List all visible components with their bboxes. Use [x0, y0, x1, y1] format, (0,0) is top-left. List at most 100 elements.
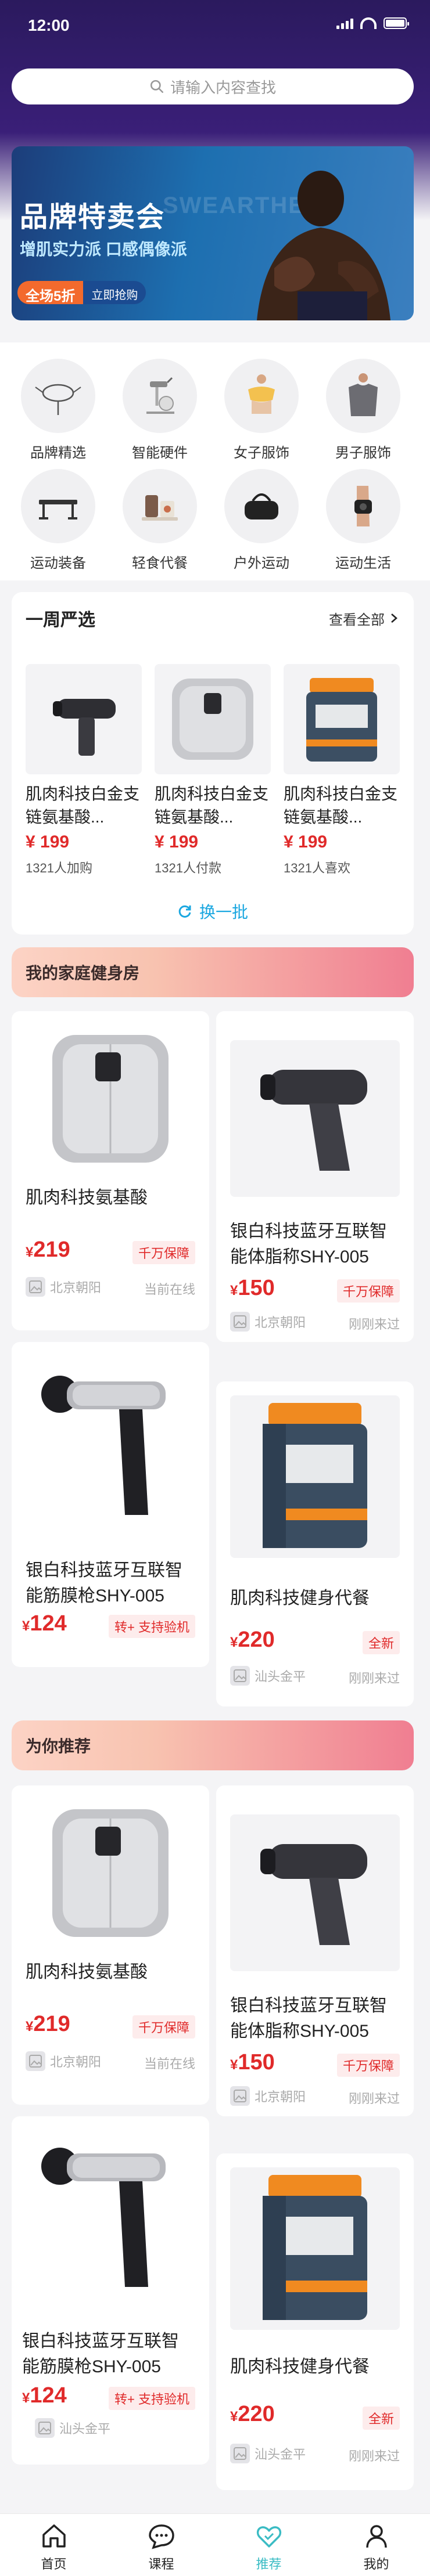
seller-status: 刚刚来过	[348, 1671, 400, 1686]
image-icon	[35, 2418, 55, 2438]
weekly-item[interactable]: 肌肉科技白金支链氨基酸... ¥ 199 1321人喜欢	[284, 664, 400, 876]
seller-location: 北京朝阳	[230, 2086, 306, 2106]
product-name: 肌肉科技健身代餐	[230, 1589, 370, 1608]
signal-icon	[336, 17, 353, 29]
refresh-icon	[178, 905, 191, 918]
status-bar: 12:00	[0, 0, 430, 52]
seller-location: 北京朝阳	[230, 1312, 306, 1332]
tab-label: 课程	[148, 2557, 174, 2571]
product-card[interactable]: 肌肉科技健身代餐 ¥220 全新 汕头金平 刚刚来过	[216, 1381, 414, 1706]
tab-recommend[interactable]: 推荐	[215, 2514, 322, 2576]
product-name: 肌肉科技白金支链氨基酸...	[284, 785, 398, 826]
seller-status: 当前在线	[144, 1282, 195, 1297]
search-input[interactable]: 请输入内容查找	[12, 68, 414, 104]
image-icon	[230, 1666, 250, 1686]
seller-location: 北京朝阳	[26, 1277, 101, 1297]
category-item-women-apparel[interactable]: 女子服饰	[215, 359, 308, 461]
product-name: 银白科技蓝牙互联智能筋膜枪SHY-005	[22, 2332, 179, 2376]
product-card[interactable]: 银白科技蓝牙互联智能体脂称SHY-005 ¥150 千万保障 北京朝阳 刚刚来过	[216, 1785, 414, 2116]
product-image	[230, 1395, 400, 1558]
category-label: 运动装备	[30, 555, 86, 571]
category-item-sport-life[interactable]: 运动生活	[317, 469, 410, 572]
refresh-button[interactable]: 换一批	[12, 900, 414, 923]
knee-brace-icon	[354, 486, 372, 526]
product-name: 肌肉科技白金支链氨基酸...	[26, 785, 140, 826]
product-image	[26, 1801, 195, 1946]
product-image	[230, 2167, 400, 2330]
product-price: ¥150	[230, 2050, 275, 2074]
inspection-badge: 转+ 支持验机	[109, 1615, 195, 1638]
product-price: ¥219	[26, 1238, 70, 1262]
athlete-image	[257, 171, 390, 320]
product-meta: 1321人加购	[26, 861, 92, 875]
weekly-item[interactable]: 肌肉科技白金支链氨基酸... ¥ 199 1321人付款	[155, 664, 271, 876]
user-icon	[365, 2525, 387, 2548]
seller-location: 汕头金平	[230, 1666, 306, 1686]
seller-status: 刚刚来过	[348, 2449, 400, 2463]
weekly-item[interactable]: 肌肉科技白金支链氨基酸... ¥ 199 1321人加购	[26, 664, 142, 876]
category-label: 男子服饰	[335, 445, 391, 461]
product-name: 肌肉科技健身代餐	[230, 2357, 370, 2376]
seller-location: 汕头金平	[35, 2418, 110, 2438]
tab-home[interactable]: 首页	[0, 2514, 107, 2576]
product-image	[26, 1358, 195, 1527]
category-item-smart-hardware[interactable]: 智能硬件	[113, 359, 206, 461]
product-price: ¥124	[22, 2383, 67, 2408]
category-item-men-apparel[interactable]: 男子服饰	[317, 359, 410, 461]
meal-icon	[142, 495, 178, 521]
condition-badge: 全新	[362, 1631, 400, 1654]
recommend-title: 为你推荐	[26, 1737, 91, 1755]
category-item-equipment[interactable]: 运动装备	[12, 469, 105, 572]
guarantee-badge: 千万保障	[336, 1279, 400, 1303]
product-card[interactable]: 肌肉科技健身代餐 ¥220 全新 汕头金平 刚刚来过	[216, 2153, 414, 2490]
product-name: 银白科技蓝牙互联智能体脂称SHY-005	[230, 1996, 387, 2041]
product-price: ¥ 199	[155, 832, 199, 852]
product-card[interactable]: 银白科技蓝牙互联智能筋膜枪SHY-005 ¥124 转+ 支持验机 汕头金平	[12, 2116, 209, 2465]
chevron-right-icon	[391, 614, 397, 623]
bench-icon	[39, 500, 77, 519]
condition-badge: 全新	[362, 2407, 400, 2430]
seller-status: 刚刚来过	[348, 2091, 400, 2106]
category-item-outdoor[interactable]: 户外运动	[215, 469, 308, 572]
product-price: ¥124	[22, 1611, 67, 1636]
seller-location: 北京朝阳	[26, 2051, 101, 2071]
tab-profile[interactable]: 我的	[322, 2514, 430, 2576]
product-card[interactable]: 银白科技蓝牙互联智能筋膜枪SHY-005 ¥124 转+ 支持验机	[12, 1342, 209, 1667]
banner-cta-button[interactable]: 全场5折 立即抢购	[17, 281, 146, 304]
bottom-tab-bar: 首页 课程 推荐 我的	[0, 2513, 430, 2576]
product-card[interactable]: 肌肉科技氨基酸 ¥219 千万保障 北京朝阳 当前在线	[12, 1785, 209, 2105]
product-image	[284, 664, 400, 774]
tab-courses[interactable]: 课程	[107, 2514, 215, 2576]
product-price: ¥150	[230, 1276, 275, 1300]
weekly-picks-section: 一周严选 查看全部 肌肉科技白金支链氨基酸... ¥ 199 1321人加购 肌…	[12, 592, 414, 935]
wifi-icon	[360, 17, 377, 29]
product-image	[26, 664, 142, 774]
seller-location: 汕头金平	[230, 2444, 306, 2463]
see-all-link[interactable]: 查看全部	[329, 608, 400, 629]
status-time: 12:00	[28, 16, 70, 34]
tab-label: 首页	[41, 2557, 67, 2571]
refresh-label: 换一批	[199, 903, 248, 921]
product-price: ¥220	[230, 1628, 275, 1652]
category-item-brand[interactable]: 品牌精选	[12, 359, 105, 461]
promo-banner[interactable]: SWEARTHE 品牌特卖会 增肌实力派 口感偶像派 全场5折 立即抢购	[12, 146, 414, 320]
category-label: 智能硬件	[132, 445, 188, 461]
category-item-meal[interactable]: 轻食代餐	[113, 469, 206, 572]
weekly-header: 一周严选 查看全部	[12, 592, 414, 644]
seller-status: 当前在线	[144, 2057, 195, 2071]
product-card[interactable]: 银白科技蓝牙互联智能体脂称SHY-005 ¥150 千万保障 北京朝阳 刚刚来过	[216, 1011, 414, 1342]
guarantee-badge: 千万保障	[132, 1241, 195, 1264]
product-image	[155, 664, 271, 774]
tab-label: 推荐	[256, 2557, 282, 2571]
product-price: ¥220	[230, 2402, 275, 2426]
image-icon	[26, 2051, 45, 2071]
home-gym-title: 我的家庭健身房	[26, 964, 140, 982]
product-name: 银白科技蓝牙互联智能筋膜枪SHY-005	[26, 1561, 182, 1606]
search-icon	[150, 80, 164, 93]
product-card[interactable]: 肌肉科技氨基酸 ¥219 千万保障 北京朝阳 当前在线	[12, 1011, 209, 1330]
inspection-badge: 转+ 支持验机	[109, 2387, 195, 2410]
image-icon	[230, 2444, 250, 2463]
category-label: 女子服饰	[234, 445, 289, 461]
sports-bra-icon	[248, 374, 275, 414]
product-name: 肌肉科技氨基酸	[26, 1188, 148, 1207]
